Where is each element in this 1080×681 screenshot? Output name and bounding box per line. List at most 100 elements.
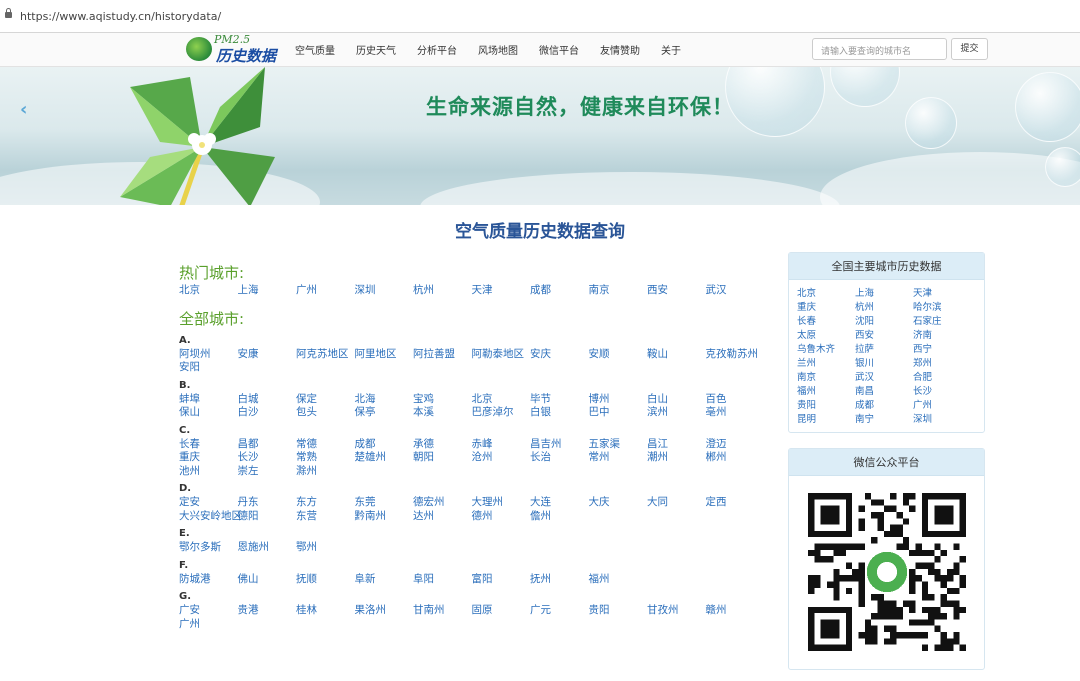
city-link[interactable]: 本溪: [413, 406, 472, 420]
submit-button[interactable]: 提交: [951, 38, 988, 60]
city-link[interactable]: 郴州: [706, 451, 765, 465]
city-link[interactable]: 承德: [413, 438, 472, 452]
city-link[interactable]: 阿拉善盟: [413, 348, 472, 362]
city-link[interactable]: 安阳: [179, 361, 238, 375]
city-link[interactable]: 澄迈: [706, 438, 765, 452]
city-link[interactable]: 博州: [589, 393, 648, 407]
nav-item-sponsor[interactable]: 友情赞助: [600, 42, 640, 57]
city-link[interactable]: 池州: [179, 465, 238, 479]
city-link[interactable]: 巴中: [589, 406, 648, 420]
nav-item-about[interactable]: 关于: [661, 42, 681, 57]
city-link[interactable]: 东营: [296, 510, 355, 524]
city-link[interactable]: 长春: [179, 438, 238, 452]
major-city-link[interactable]: 南京: [797, 371, 855, 385]
city-link[interactable]: 赣州: [706, 604, 765, 618]
city-link[interactable]: 阿里地区: [355, 348, 414, 362]
major-city-link[interactable]: 深圳: [913, 413, 971, 427]
city-link[interactable]: 保山: [179, 406, 238, 420]
major-city-link[interactable]: 沈阳: [855, 315, 913, 329]
city-link[interactable]: 保亭: [355, 406, 414, 420]
city-link[interactable]: 常州: [589, 451, 648, 465]
city-link[interactable]: 百色: [706, 393, 765, 407]
major-city-link[interactable]: 昆明: [797, 413, 855, 427]
city-link[interactable]: 成都: [355, 438, 414, 452]
city-link[interactable]: 长治: [530, 451, 589, 465]
city-link[interactable]: 昌江: [647, 438, 706, 452]
city-link[interactable]: 大庆: [589, 496, 648, 510]
city-link[interactable]: 广元: [530, 604, 589, 618]
nav-item-history-weather[interactable]: 历史天气: [356, 42, 396, 57]
city-link[interactable]: 滨州: [647, 406, 706, 420]
city-link[interactable]: 巴彦淖尔: [472, 406, 531, 420]
site-logo[interactable]: PM2.5 历史数据: [186, 33, 280, 65]
hot-city-link[interactable]: 广州: [296, 284, 355, 298]
city-link[interactable]: 亳州: [706, 406, 765, 420]
major-city-link[interactable]: 郑州: [913, 357, 971, 371]
hot-city-link[interactable]: 西安: [647, 284, 706, 298]
city-link[interactable]: 楚雄州: [355, 451, 414, 465]
hot-city-link[interactable]: 杭州: [413, 284, 472, 298]
city-link[interactable]: 鄂尔多斯: [179, 541, 238, 555]
city-link[interactable]: 桂林: [296, 604, 355, 618]
city-link[interactable]: 潮州: [647, 451, 706, 465]
city-link[interactable]: 大连: [530, 496, 589, 510]
city-link[interactable]: 丹东: [238, 496, 297, 510]
city-link[interactable]: 白沙: [238, 406, 297, 420]
nav-item-wechat[interactable]: 微信平台: [539, 42, 579, 57]
city-search-input[interactable]: 请输入要查询的城市名: [812, 38, 947, 60]
city-link[interactable]: 恩施州: [238, 541, 297, 555]
hot-city-link[interactable]: 北京: [179, 284, 238, 298]
city-link[interactable]: 崇左: [238, 465, 297, 479]
major-city-link[interactable]: 天津: [913, 287, 971, 301]
city-link[interactable]: 富阳: [472, 573, 531, 587]
city-link[interactable]: 阜阳: [413, 573, 472, 587]
city-link[interactable]: 安庆: [530, 348, 589, 362]
city-link[interactable]: 黔南州: [355, 510, 414, 524]
city-link[interactable]: 福州: [589, 573, 648, 587]
major-city-link[interactable]: 乌鲁木齐: [797, 343, 855, 357]
city-link[interactable]: 阜新: [355, 573, 414, 587]
city-link[interactable]: 广安: [179, 604, 238, 618]
city-link[interactable]: 定西: [706, 496, 765, 510]
city-link[interactable]: 东莞: [355, 496, 414, 510]
city-link[interactable]: 儋州: [530, 510, 589, 524]
city-link[interactable]: 定安: [179, 496, 238, 510]
city-link[interactable]: 广州: [179, 618, 238, 632]
banner-prev-arrow[interactable]: ‹: [20, 99, 27, 120]
city-link[interactable]: 阿克苏地区: [296, 348, 355, 362]
city-link[interactable]: 安顺: [589, 348, 648, 362]
hot-city-link[interactable]: 深圳: [355, 284, 414, 298]
city-link[interactable]: 沧州: [472, 451, 531, 465]
city-link[interactable]: 保定: [296, 393, 355, 407]
city-link[interactable]: 白城: [238, 393, 297, 407]
city-link[interactable]: 抚州: [530, 573, 589, 587]
city-link[interactable]: 常德: [296, 438, 355, 452]
city-link[interactable]: 北海: [355, 393, 414, 407]
city-link[interactable]: 防城港: [179, 573, 238, 587]
hot-city-link[interactable]: 天津: [472, 284, 531, 298]
major-city-link[interactable]: 西宁: [913, 343, 971, 357]
city-link[interactable]: 昌都: [238, 438, 297, 452]
city-link[interactable]: 达州: [413, 510, 472, 524]
major-city-link[interactable]: 福州: [797, 385, 855, 399]
city-link[interactable]: 毕节: [530, 393, 589, 407]
city-link[interactable]: 五家渠: [589, 438, 648, 452]
city-link[interactable]: 甘南州: [413, 604, 472, 618]
city-link[interactable]: 鞍山: [647, 348, 706, 362]
city-link[interactable]: 朝阳: [413, 451, 472, 465]
major-city-link[interactable]: 石家庄: [913, 315, 971, 329]
city-link[interactable]: 大兴安岭地区: [179, 510, 242, 524]
url-text[interactable]: https://www.aqistudy.cn/historydata/: [20, 10, 221, 23]
city-link[interactable]: 大理州: [472, 496, 531, 510]
city-link[interactable]: 鄂州: [296, 541, 355, 555]
city-link[interactable]: 大同: [647, 496, 706, 510]
city-link[interactable]: 安康: [238, 348, 297, 362]
major-city-link[interactable]: 银川: [855, 357, 913, 371]
major-city-link[interactable]: 北京: [797, 287, 855, 301]
major-city-link[interactable]: 西安: [855, 329, 913, 343]
major-city-link[interactable]: 贵阳: [797, 399, 855, 413]
major-city-link[interactable]: 上海: [855, 287, 913, 301]
major-city-link[interactable]: 太原: [797, 329, 855, 343]
city-link[interactable]: 阿坝州: [179, 348, 238, 362]
major-city-link[interactable]: 长春: [797, 315, 855, 329]
